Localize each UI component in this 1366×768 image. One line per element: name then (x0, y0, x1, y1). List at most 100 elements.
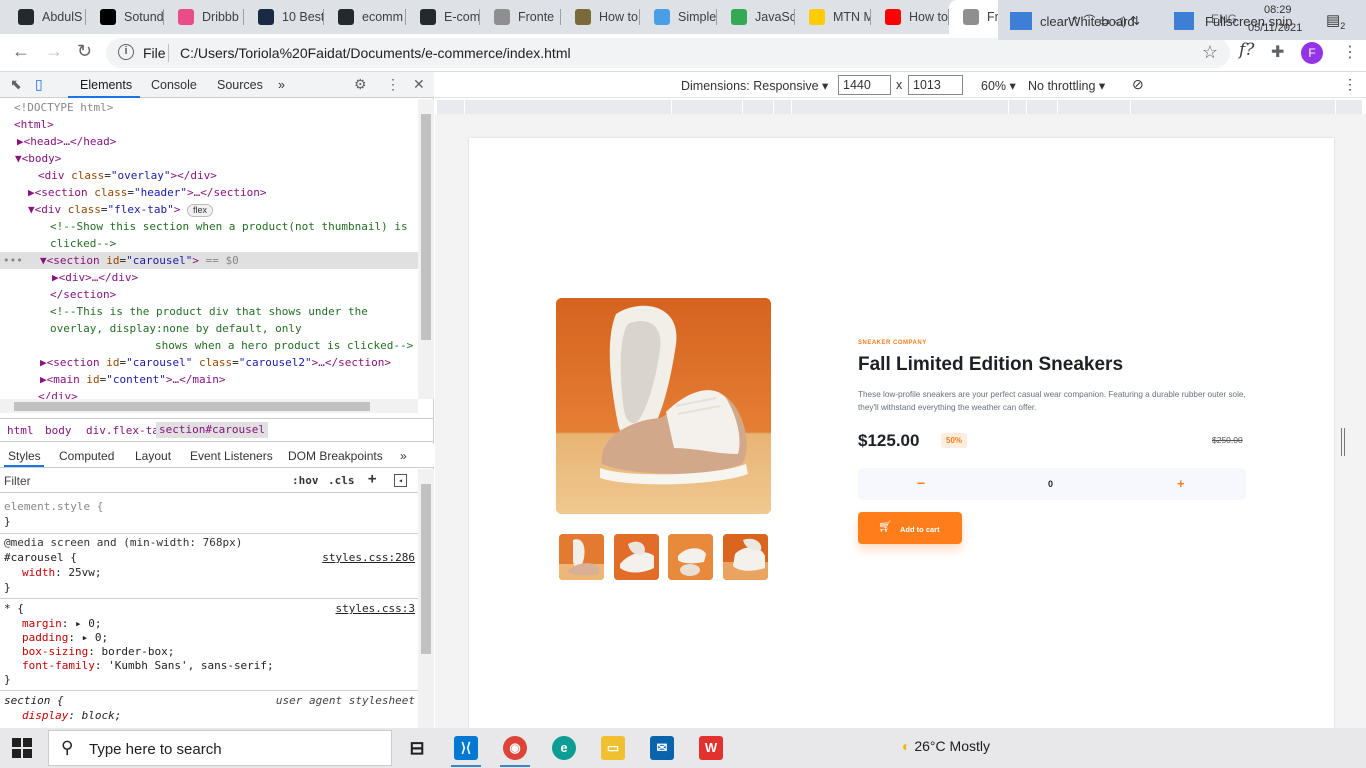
browser-tab[interactable]: 10 Best (244, 0, 324, 34)
snip-app-icon[interactable] (1174, 12, 1194, 30)
close-devtools-icon[interactable]: ✕ (413, 76, 425, 93)
clock-time[interactable]: 08:29 (1264, 4, 1292, 16)
language-indicator[interactable]: ENG (1211, 12, 1237, 26)
product-hero-image[interactable] (556, 298, 771, 514)
mail-icon[interactable]: ✉ (650, 736, 674, 760)
devtools-menu-icon[interactable]: ⋮ (386, 76, 400, 93)
reload-icon[interactable]: ↻ (77, 41, 92, 62)
expand-triangle-icon[interactable]: ▶ (17, 135, 24, 148)
formula-extension-icon[interactable]: f? (1239, 40, 1254, 60)
viewport-height-input[interactable]: 1013 (908, 75, 963, 95)
site-info-icon[interactable]: i (118, 44, 134, 60)
css-property[interactable]: margin (22, 617, 62, 630)
browser-tab[interactable]: How to (871, 0, 949, 34)
wps-office-icon[interactable]: W (699, 736, 723, 760)
increase-quantity-button[interactable]: + (1177, 476, 1185, 491)
zoom-dropdown[interactable]: 60% ▾ (981, 78, 1016, 93)
elements-scrollbar-thumb[interactable] (421, 114, 431, 340)
rotate-icon[interactable]: ⊘ (1132, 76, 1144, 93)
clock-date[interactable]: 05/11/2021 (1248, 22, 1302, 34)
dom-node[interactable]: ▶<section class="header">…</section> (28, 184, 266, 201)
universal-source-link[interactable]: styles.css:3 (336, 601, 415, 616)
viewport-resize-handle[interactable] (1341, 428, 1345, 456)
style-declaration[interactable]: width: 25vw; (22, 565, 102, 580)
tab-layout[interactable]: Layout (135, 449, 171, 463)
notification-icon[interactable]: ▤2 (1326, 11, 1345, 31)
collapse-triangle-icon[interactable]: ▼ (15, 152, 22, 165)
browser-tab[interactable]: AbdulS (4, 0, 86, 34)
browser-menu-icon[interactable]: ⋮ (1342, 42, 1358, 62)
extensions-puzzle-icon[interactable]: ✚ (1271, 42, 1284, 62)
throttling-dropdown[interactable]: No throttling ▾ (1028, 78, 1105, 93)
more-style-tabs-icon[interactable]: » (400, 449, 407, 463)
address-bar[interactable]: i File C:/Users/Toriola%20Faidat/Documen… (106, 38, 1230, 68)
inspect-element-icon[interactable]: ⬉ (10, 76, 22, 93)
dom-node[interactable]: </section> (50, 286, 116, 303)
dom-node[interactable]: ▶<div>…</div> (52, 269, 138, 286)
browser-tab[interactable]: ecomm (324, 0, 406, 34)
dom-node[interactable]: ▶<head>…</head> (17, 133, 116, 150)
device-menu-icon[interactable]: ⋮ (1343, 76, 1357, 93)
thumbnail-4[interactable] (723, 534, 768, 580)
flex-badge[interactable]: flex (186, 204, 213, 217)
css-property[interactable]: box-sizing (22, 645, 88, 658)
dom-node[interactable]: ▶<main id="content">…</main> (40, 371, 225, 388)
browser-tab[interactable]: How to (561, 0, 640, 34)
style-declaration[interactable]: font-family: 'Kumbh Sans', sans-serif; (22, 658, 274, 673)
css-property[interactable]: font-family (22, 659, 95, 672)
element-style-selector[interactable]: element.style { (4, 499, 103, 514)
profile-avatar[interactable]: F (1301, 42, 1323, 64)
forward-arrow-icon[interactable]: → (45, 41, 63, 62)
taskbar-search-box[interactable]: ⚲ Type here to search (48, 730, 392, 766)
css-property[interactable]: width (22, 566, 55, 579)
thumbnail-1[interactable] (559, 534, 604, 580)
carousel-selector[interactable]: #carousel { (4, 550, 77, 565)
whiteboard-app-icon[interactable] (1010, 12, 1032, 30)
style-declaration[interactable]: margin: ▸ 0; (22, 616, 102, 631)
carousel-source-link[interactable]: styles.css:286 (322, 550, 415, 565)
css-property[interactable]: padding (22, 631, 68, 644)
breadcrumb-carousel[interactable]: section#carousel (156, 422, 268, 438)
dom-node[interactable]: <html> (14, 116, 54, 133)
dom-comment[interactable]: shows when a hero product is clicked--> (155, 337, 413, 354)
dom-node[interactable]: ▼<body> (15, 150, 61, 167)
dom-node[interactable]: ▼<div class="flex-tab"> flex (28, 201, 213, 218)
address-url[interactable]: C:/Users/Toriola%20Faidat/Documents/e-co… (180, 45, 571, 61)
tab-computed[interactable]: Computed (59, 449, 114, 463)
dom-comment[interactable]: <!--Show this section when a product(not… (50, 218, 408, 235)
breadcrumb-html[interactable]: html (7, 424, 34, 437)
device-toggle-icon[interactable]: ▯ (35, 76, 43, 93)
add-to-cart-button[interactable]: 🛒︎ Add to cart (858, 512, 962, 544)
section-selector[interactable]: section { (4, 693, 64, 708)
settings-gear-icon[interactable]: ⚙ (354, 76, 367, 93)
dom-node-selected[interactable]: ▼<section id="carousel"> == $0 (40, 252, 239, 269)
breadcrumb-flex-tab[interactable]: div.flex-tab (86, 424, 165, 437)
browser-tab[interactable]: Fronte (480, 0, 561, 34)
css-value[interactable]: 0; (88, 617, 101, 630)
more-options-icon[interactable]: ••• (3, 252, 23, 269)
dom-node[interactable]: ▶<section id="carousel" class="carousel2… (40, 354, 391, 371)
style-declaration[interactable]: padding: ▸ 0; (22, 630, 108, 645)
more-tabs-icon[interactable]: » (278, 78, 285, 92)
task-view-icon[interactable]: ⊟ (405, 736, 429, 760)
chrome-icon[interactable]: ◉ (503, 736, 527, 760)
tab-event-listeners[interactable]: Event Listeners (190, 449, 273, 463)
bookmark-star-icon[interactable]: ☆ (1202, 42, 1218, 63)
css-value[interactable]: border-box; (101, 645, 174, 658)
back-arrow-icon[interactable]: ← (12, 41, 30, 62)
styles-scrollbar-thumb[interactable] (421, 484, 431, 654)
thumbnail-2[interactable] (614, 534, 659, 580)
browser-tab[interactable]: Simple (640, 0, 717, 34)
browser-tab[interactable]: Dribbb (164, 0, 244, 34)
tab-console[interactable]: Console (151, 78, 197, 92)
dom-comment[interactable]: clicked--> (50, 235, 116, 252)
decrease-quantity-button[interactable]: − (917, 475, 925, 491)
css-value[interactable]: 0; (95, 631, 108, 644)
dom-node[interactable]: <div class="overlay"></div> (38, 167, 217, 184)
browser-tab[interactable]: JavaSc (717, 0, 795, 34)
styles-filter-input[interactable] (4, 471, 282, 491)
browser-tab[interactable]: Sotund (86, 0, 164, 34)
css-value[interactable]: 'Kumbh Sans', sans-serif; (108, 659, 274, 672)
tab-dom-breakpoints[interactable]: DOM Breakpoints (288, 449, 383, 463)
browser-tab[interactable]: E-com (406, 0, 480, 34)
